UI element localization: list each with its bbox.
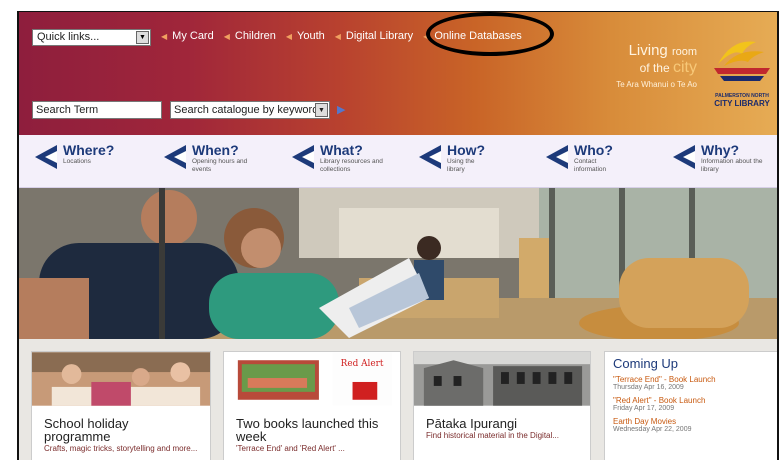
triangle-left-icon: ◀ [285,31,292,41]
top-link-youth[interactable]: ◀ Youth [286,30,325,42]
nav-sub: Library resources and collections [320,158,383,173]
library-logo[interactable]: PALMERSTON NORTH CITY LIBRARY [709,34,775,124]
book-title-text: Red Alert [341,359,384,369]
top-link-children[interactable]: ◀ Children [224,30,276,42]
card-image: Red Alert [224,352,400,406]
quick-links-select[interactable]: Quick links... ▼ [32,29,151,46]
logo-icon [714,41,770,81]
card-title: School holiday programme [44,416,129,444]
triangle-left-icon: ◀ [161,31,168,41]
event-title[interactable]: Earth Day Movies [613,417,775,426]
nav-arrow-icon [35,145,57,169]
card-title: Pātaka Ipurangi [426,416,518,431]
nav-sub: Information about the library [701,158,763,173]
event-date: Friday Apr 17, 2009 [613,405,675,412]
card-school-holiday[interactable]: School holiday programme Crafts, magic t… [31,351,211,460]
tagline-maori: Te Ara Whanui o Te Ao [616,80,697,89]
nav-title: Why? [701,142,740,158]
nav-title: How? [447,142,486,158]
tagline: Living room of the city Te Ara Whanui o … [579,42,697,89]
quick-links-value: Quick links... [37,31,100,43]
nav-arrow-icon [419,145,441,169]
hero-image [19,188,777,339]
coming-up-panel: Coming Up "Terrace End" - Book Launch Th… [604,351,777,460]
search-mode-value: Search catalogue by keyword [174,104,319,116]
nav-arrow-icon [673,145,695,169]
top-link-label: Youth [297,30,325,42]
highlight-oval [426,12,554,56]
nav-what[interactable]: What? Library resources and collections [290,143,388,174]
page-frame: Quick links... ▼ ◀ My Card ◀ Children ◀ You… [17,11,779,460]
card-desc: Find historical material in the Digital.… [426,431,559,440]
chevron-down-icon[interactable]: ▼ [315,103,328,117]
feature-area: School holiday programme Crafts, magic t… [19,339,777,460]
event-date: Thursday Apr 16, 2009 [613,384,684,391]
nav-when[interactable]: When? Opening hours and events [162,143,252,174]
nav-title: What? [320,142,363,158]
triangle-left-icon: ◀ [223,31,230,41]
card-pataka-ipurangi[interactable]: Pātaka Ipurangi Find historical material… [413,351,591,460]
main-nav: Where? Locations When? Opening hours and e… [19,135,777,188]
nav-sub: Contact information [574,158,607,173]
event-item[interactable]: "Red Alert" - Book Launch Friday Apr 17,… [613,396,775,413]
search-input[interactable]: Search Term [32,101,162,119]
triangle-left-icon: ◀ [334,31,341,41]
nav-arrow-icon [292,145,314,169]
tagline-word: of the [639,61,670,75]
tagline-word: Living [628,42,668,59]
top-link-digital-library[interactable]: ◀ Digital Library [335,30,413,42]
card-title: Two books launched this week [236,416,379,444]
nav-where[interactable]: Where? Locations [33,143,114,171]
event-item[interactable]: Earth Day Movies Wednesday Apr 22, 2009 [613,417,775,434]
nav-title: When? [192,142,239,158]
card-image [414,352,590,406]
chevron-down-icon[interactable]: ▼ [136,31,149,44]
card-two-books[interactable]: Red Alert Two books launched this week '… [223,351,401,460]
tagline-word: city [673,59,697,76]
nav-who[interactable]: Who? Contact information [544,143,624,174]
site-header: Quick links... ▼ ◀ My Card ◀ Children ◀ You… [19,12,777,135]
nav-why[interactable]: Why? Information about the library [671,143,763,174]
event-title[interactable]: "Terrace End" - Book Launch [613,375,775,384]
nav-how[interactable]: How? Using the library [417,143,487,174]
nav-arrow-icon [546,145,568,169]
card-desc: Crafts, magic tricks, storytelling and m… [44,444,198,453]
card-image [32,352,210,406]
top-link-my-card[interactable]: ◀ My Card [161,30,214,42]
event-date: Wednesday Apr 22, 2009 [613,426,692,433]
nav-sub: Using the library [447,158,475,173]
nav-title: Who? [574,142,613,158]
tagline-word: room [671,46,697,58]
nav-arrow-icon [164,145,186,169]
top-link-label: Digital Library [345,30,414,42]
event-title[interactable]: "Red Alert" - Book Launch [613,396,775,405]
search-mode-select[interactable]: Search catalogue by keyword ▼ [170,101,330,119]
top-link-label: My Card [172,30,214,42]
nav-sub: Locations [63,158,91,165]
event-item[interactable]: "Terrace End" - Book Launch Thursday Apr… [613,375,775,392]
coming-up-heading: Coming Up [613,356,679,371]
card-desc: 'Terrace End' and 'Red Alert' ... [236,444,345,453]
logo-name: CITY LIBRARY [714,99,770,108]
hero-photo [19,188,777,339]
search-go-icon[interactable]: ▶ [337,103,345,116]
nav-title: Where? [63,142,115,158]
nav-sub: Opening hours and events [192,158,248,173]
top-link-label: Children [234,30,276,42]
